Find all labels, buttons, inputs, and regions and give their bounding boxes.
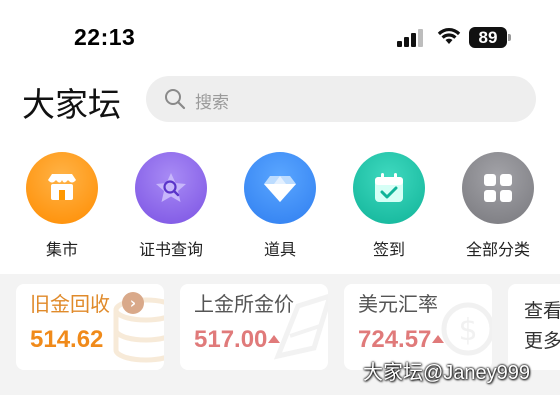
card-sge-gold-price[interactable]: 上金所金价 517.00 (180, 284, 328, 370)
status-bar: 22:13 89 (0, 0, 560, 72)
signal-icon (397, 29, 423, 47)
diamond-icon (244, 152, 316, 224)
store-icon (26, 152, 98, 224)
shortcut-label: 证书查询 (138, 240, 203, 259)
shortcut-grid: 集市 证书查询 道具 签到 全部分类 (0, 152, 560, 262)
battery-icon: 89 (469, 27, 511, 48)
shortcut-label: 全部分类 (465, 240, 530, 259)
search-icon (165, 89, 186, 110)
search-placeholder: 搜索 (195, 93, 229, 113)
dollar-icon: $ (441, 302, 492, 356)
card-value: 517.00 (194, 326, 268, 353)
card-title: 旧金回收 (30, 292, 110, 316)
app-logo[interactable]: 大家坛 (22, 78, 121, 126)
card-gold-recycle[interactable]: 旧金回收 › 514.62 (16, 284, 164, 370)
card-title: 查看 (524, 300, 560, 322)
trend-up-icon (268, 335, 280, 343)
shortcut-market[interactable]: 集市 (12, 152, 112, 260)
battery-level: 89 (478, 28, 498, 47)
grid-icon (462, 152, 534, 224)
trend-up-icon (432, 335, 444, 343)
card-title: 美元汇率 (358, 292, 438, 316)
calendar-check-icon (353, 152, 425, 224)
shortcut-checkin[interactable]: 签到 (339, 152, 439, 260)
card-subtitle: 更多 (524, 330, 560, 352)
chevron-right-icon[interactable]: › (122, 292, 144, 314)
shortcut-props[interactable]: 道具 (230, 152, 330, 260)
certificate-search-icon (135, 152, 207, 224)
shortcut-label: 道具 (263, 240, 296, 259)
status-time: 22:13 (74, 24, 136, 50)
shortcut-all-categories[interactable]: 全部分类 (448, 152, 548, 260)
shortcut-certificate[interactable]: 证书查询 (121, 152, 221, 260)
watermark: 大家坛@Janey999 (363, 362, 531, 384)
svg-text:$: $ (458, 313, 477, 348)
wifi-icon (437, 28, 461, 44)
shortcut-label: 签到 (372, 240, 405, 259)
search-bar[interactable]: 搜索 (146, 76, 536, 122)
card-value: 514.62 (30, 326, 104, 353)
card-title: 上金所金价 (194, 292, 294, 316)
card-value: 724.57 (358, 326, 432, 353)
shortcut-label: 集市 (45, 240, 78, 259)
